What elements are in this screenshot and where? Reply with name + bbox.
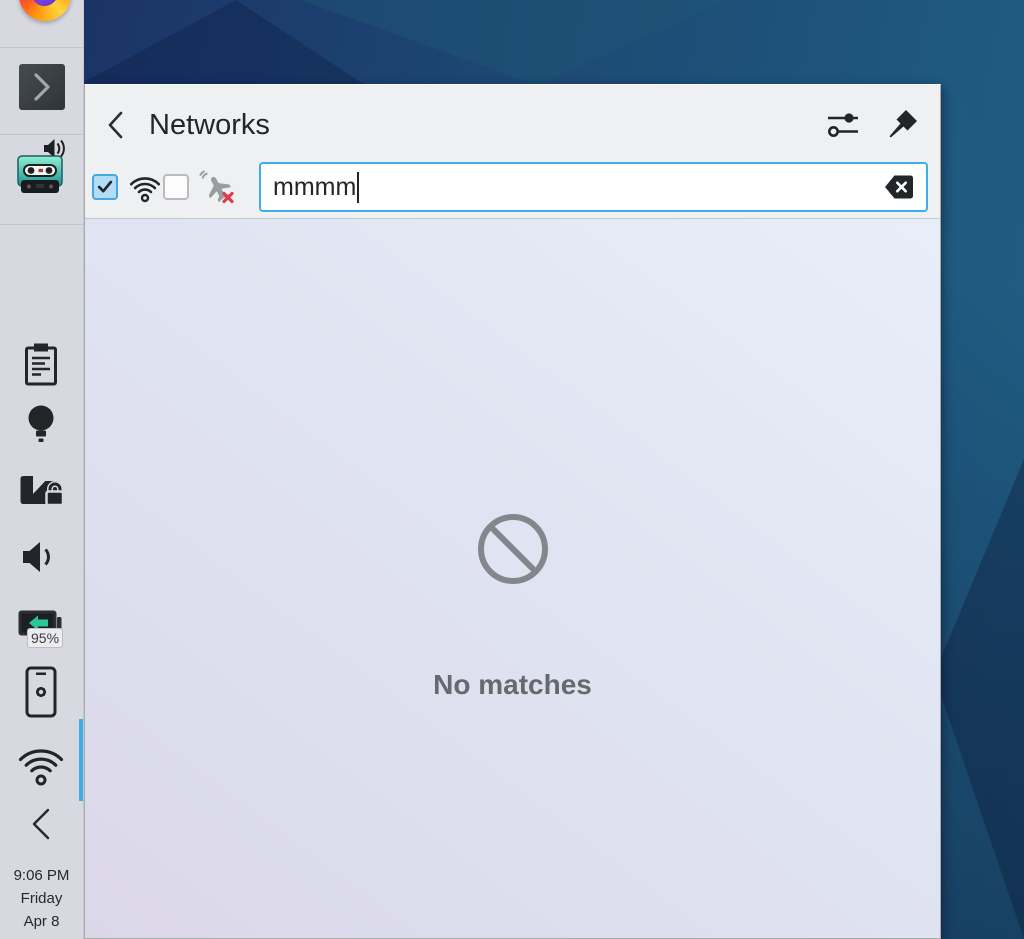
search-input[interactable]: mmmm <box>259 162 928 212</box>
configure-button[interactable] <box>826 111 860 139</box>
panel-separator <box>0 47 83 48</box>
wifi-checkbox[interactable] <box>92 174 118 200</box>
chevron-left-icon <box>108 111 123 139</box>
back-button[interactable] <box>105 110 127 140</box>
tray-volume[interactable] <box>19 537 59 577</box>
clock-date: Apr 8 <box>23 913 60 930</box>
network-list-empty-area: No matches <box>85 219 940 938</box>
tray-notifications[interactable] <box>27 404 55 446</box>
pin-button[interactable] <box>886 109 918 141</box>
filter-row: mmmm <box>85 153 940 218</box>
no-matches-label: No matches <box>433 669 592 700</box>
speaker-icon <box>23 542 50 572</box>
popup-title: Networks <box>149 108 270 141</box>
panel-separator <box>0 224 83 225</box>
wifi-icon <box>129 177 161 203</box>
pin-icon <box>889 110 917 138</box>
chevron-left-icon <box>32 808 50 840</box>
sliders-icon <box>828 113 858 137</box>
clear-search-button[interactable] <box>884 174 914 200</box>
tray-kdeconnect[interactable] <box>24 666 58 718</box>
wifi-toggle-icon[interactable] <box>127 170 163 204</box>
networks-popup: Networks mmmm No matches <box>84 84 941 939</box>
digital-clock[interactable]: 9:06 PM Friday Apr 8 <box>0 864 83 933</box>
battery-percentage-badge: 95% <box>27 628 64 648</box>
task-firefox[interactable] <box>19 0 71 21</box>
panel-expander[interactable] <box>27 806 55 842</box>
airplane-off-icon <box>199 170 234 204</box>
wallpaper-triangle <box>60 0 380 95</box>
plasma-panel: 95% 9:06 PM Friday Apr 8 <box>0 0 84 939</box>
airplane-toggle-icon[interactable] <box>198 169 236 205</box>
panel-separator <box>0 134 83 135</box>
task-konsole[interactable] <box>19 64 65 110</box>
lightbulb-icon <box>28 405 54 442</box>
clock-day: Friday <box>20 890 63 907</box>
folder-lock-icon <box>20 476 64 507</box>
tray-networks[interactable] <box>16 735 66 789</box>
wallpaper-triangle <box>300 0 730 85</box>
backspace-icon <box>885 175 913 199</box>
active-tray-indicator <box>79 719 83 801</box>
clipboard-icon <box>25 343 57 386</box>
airplane-checkbox[interactable] <box>163 174 189 200</box>
checkmark-icon <box>97 180 113 193</box>
cassette-speaker-icon <box>17 139 65 193</box>
popup-header: Networks <box>85 85 940 153</box>
tray-clipboard[interactable] <box>21 341 61 387</box>
firefox-icon <box>31 0 58 6</box>
task-media-player[interactable] <box>17 139 67 197</box>
tray-vault[interactable] <box>18 470 64 510</box>
phone-gear-icon <box>25 666 57 718</box>
clock-time: 9:06 PM <box>13 867 70 884</box>
wifi-icon <box>18 749 64 786</box>
search-input-value: mmmm <box>273 172 357 201</box>
text-caret <box>357 171 360 203</box>
console-chevron-icon <box>34 73 50 101</box>
prohibition-icon <box>477 514 548 584</box>
